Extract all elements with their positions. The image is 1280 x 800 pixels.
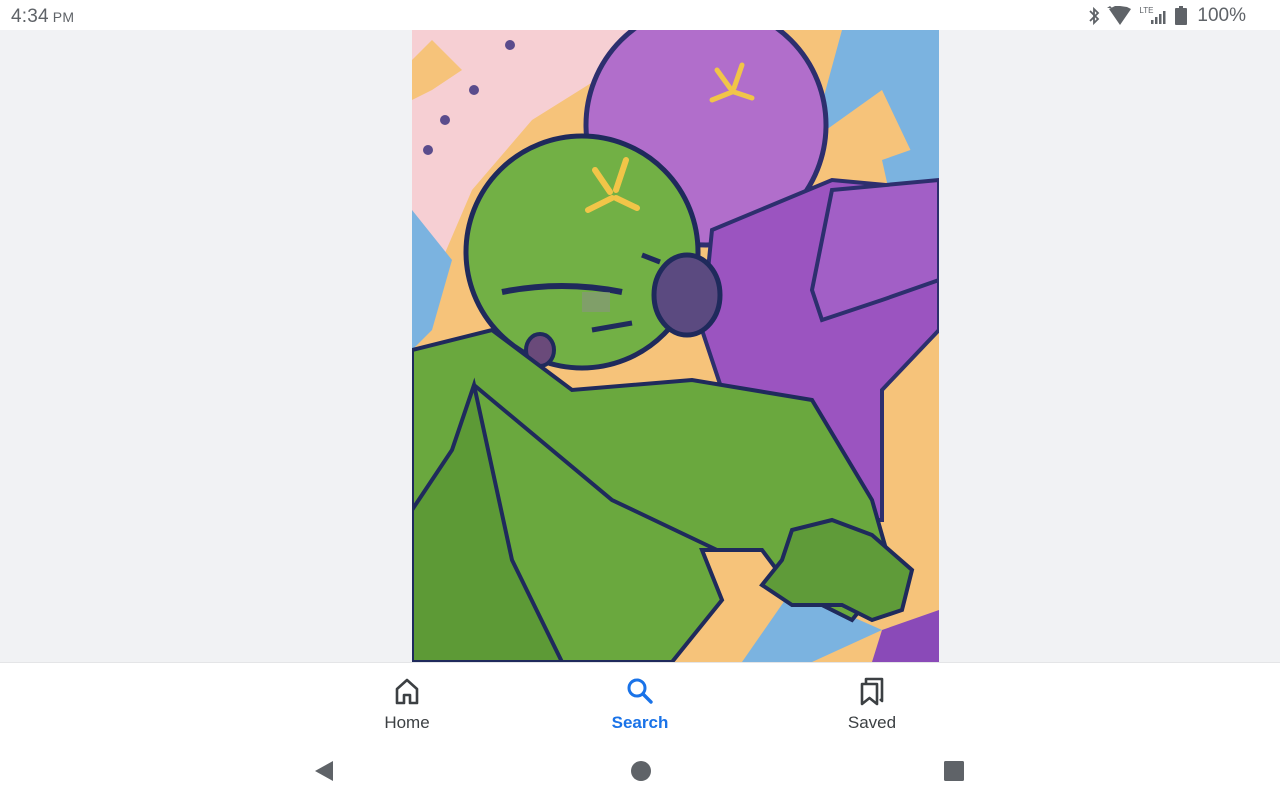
bottom-navigation: Home Search Saved	[0, 662, 1280, 748]
nav-item-search[interactable]: Search	[580, 675, 700, 733]
home-circle-icon[interactable]	[629, 759, 653, 783]
wifi-icon	[1107, 6, 1132, 25]
system-navigation-bar	[0, 747, 1280, 800]
image-viewer	[0, 30, 1280, 662]
nav-item-home-label: Home	[384, 713, 430, 732]
artwork-illustration	[412, 30, 939, 662]
nav-item-search-label: Search	[611, 713, 669, 732]
recents-icon[interactable]	[942, 759, 966, 783]
bluetooth-icon	[1089, 6, 1100, 26]
saved-icon	[860, 677, 884, 706]
status-bar: 4:34 PM LTE 100%	[0, 0, 1280, 30]
nav-item-saved-label: Saved	[847, 713, 897, 732]
lte-label: LTE	[1139, 6, 1169, 26]
home-icon	[395, 678, 419, 705]
status-time-value: 4:34	[11, 6, 49, 27]
status-icons: LTE 100%	[1087, 5, 1246, 27]
status-time-ampm: PM	[52, 9, 75, 25]
nav-item-saved[interactable]: Saved	[812, 675, 932, 733]
nav-item-home[interactable]: Home	[347, 675, 467, 733]
cell-signal-icon	[1151, 11, 1166, 24]
battery-icon	[1175, 6, 1188, 25]
status-time: 4:34 PM	[11, 6, 74, 28]
back-icon[interactable]	[313, 759, 337, 783]
artwork-image[interactable]	[412, 30, 939, 662]
search-icon	[627, 678, 653, 704]
battery-percent: 100%	[1197, 5, 1246, 26]
